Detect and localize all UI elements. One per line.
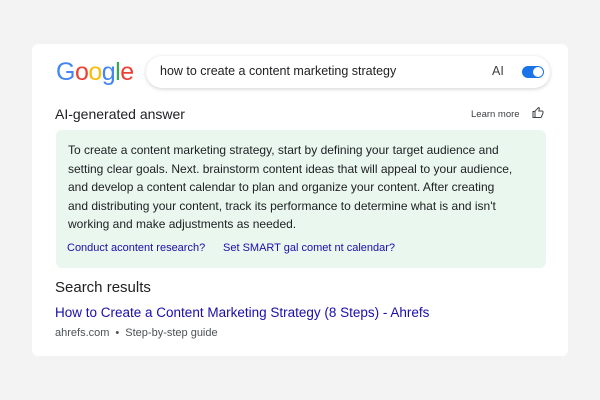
logo-letter: g [101,58,116,86]
result-title-link[interactable]: How to Create a Content Marketing Strate… [55,305,429,320]
logo-letter: o [74,58,89,86]
result-meta: ahrefs.com • Step-by-step guide [55,327,218,339]
search-results-heading: Search results [55,279,151,296]
learn-more-link[interactable]: Learn more [471,109,520,120]
thumbs-up-icon[interactable] [532,107,544,119]
toggle-knob [533,67,543,77]
result-source[interactable]: ahrefs.com [55,327,109,339]
google-logo[interactable]: Google [56,58,134,87]
suggestion-link[interactable]: Conduct acontent research? [67,242,205,254]
answer-line: and develop a content calendar to plan a… [68,180,495,195]
ai-mode-label: AI [492,64,504,78]
search-bar[interactable]: how to create a content marketing strate… [146,56,550,88]
ai-answer-box: To create a content marketing strategy, … [56,130,546,268]
logo-letter: o [88,58,102,86]
result-tag: Step-by-step guide [125,327,218,339]
suggestion-link[interactable]: Set SMART gal comet nt calendar? [223,242,395,254]
ai-answer-heading: AI-generated answer [55,106,185,122]
ai-toggle[interactable] [522,66,544,78]
ai-answer-text: To create a content marketing strategy, … [68,141,538,234]
answer-line: To create a content marketing strategy, … [68,143,499,157]
answer-line: working and make adjustments as needed. [68,217,297,232]
meta-separator: • [115,327,120,339]
search-input[interactable]: how to create a content marketing strate… [160,64,396,78]
logo-letter: G [56,58,75,86]
answer-line: setting clear goals. Next. brainstorm co… [68,161,513,176]
answer-line: and distributing your content, track its… [68,198,496,213]
logo-letter: e [120,58,134,86]
